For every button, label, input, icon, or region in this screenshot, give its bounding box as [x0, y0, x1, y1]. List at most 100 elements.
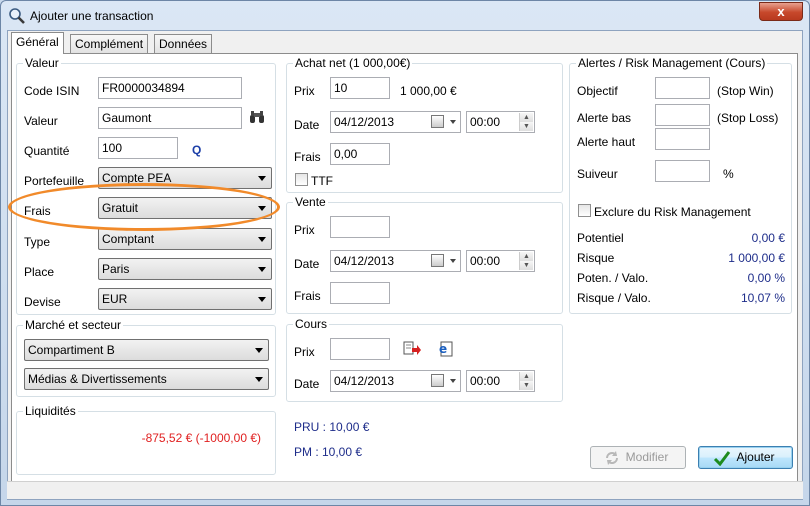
spin-down-icon[interactable]: ▼: [519, 381, 533, 390]
type-label: Type: [24, 235, 51, 249]
exclure-checkbox[interactable]: [578, 204, 591, 217]
objectif-input[interactable]: [655, 77, 710, 99]
ttf-checkbox[interactable]: [295, 173, 308, 186]
tab-panel-general: Valeur Code ISIN FR0000034894 Valeur Gau…: [11, 53, 798, 496]
place-select[interactable]: Paris: [98, 258, 272, 280]
achat-date-label: Date: [294, 118, 320, 132]
vente-prix-label: Prix: [294, 223, 315, 237]
vente-time-value: 00:00: [470, 254, 501, 268]
cours-prix-input[interactable]: [330, 338, 390, 360]
achat-prix-label: Prix: [294, 84, 315, 98]
marche-group-title: Marché et secteur: [23, 318, 124, 332]
frais-value: Gratuit: [102, 201, 139, 215]
achat-prix-total: 1 000,00 €: [400, 84, 457, 98]
vente-group: Vente Prix Date 04/12/2013 00:00 ▲ ▼ Fra…: [286, 195, 563, 314]
suiveur-input[interactable]: [655, 160, 710, 182]
binoculars-icon[interactable]: [249, 110, 265, 127]
place-label: Place: [24, 265, 55, 279]
liquidites-value: -875,52 € (-1000,00 €): [141, 431, 261, 445]
cours-time-input[interactable]: 00:00 ▲ ▼: [466, 370, 535, 392]
vente-date-picker[interactable]: 04/12/2013: [330, 250, 461, 272]
cours-date-picker[interactable]: 04/12/2013: [330, 370, 461, 392]
spin-up-icon[interactable]: ▲: [519, 113, 533, 122]
cours-date-label: Date: [294, 377, 320, 391]
web-page-icon[interactable]: e: [438, 341, 454, 360]
devise-label: Devise: [24, 295, 61, 309]
secteur-value: Médias & Divertissements: [28, 372, 167, 386]
achat-time-input[interactable]: 00:00 ▲ ▼: [466, 111, 535, 133]
secteur-select[interactable]: Médias & Divertissements: [24, 368, 269, 390]
stat-value: 10,07 %: [740, 291, 785, 305]
code-isin-label: Code ISIN: [24, 84, 80, 98]
quantity-q-icon[interactable]: Q: [192, 143, 201, 157]
status-bar: [7, 481, 803, 499]
liquidites-group-title: Liquidités: [23, 404, 78, 418]
stat-label: Risque / Valo.: [577, 291, 651, 305]
chevron-down-icon: [258, 297, 266, 302]
exclure-label: Exclure du Risk Management: [594, 205, 751, 219]
svg-text:e: e: [439, 342, 447, 356]
export-arrow-icon[interactable]: [403, 341, 421, 360]
pru-text: PRU : 10,00 €: [294, 420, 370, 434]
calendar-icon: [431, 254, 444, 267]
window-title: Ajouter une transaction: [30, 9, 154, 23]
quantite-label: Quantité: [24, 144, 70, 158]
vente-date-value: 04/12/2013: [334, 254, 395, 268]
alerte-haut-input[interactable]: [655, 128, 710, 150]
alerte-bas-label: Alerte bas: [577, 111, 632, 125]
transaction-window: Ajouter une transaction x Général Complé…: [0, 0, 810, 506]
checkmark-icon: [713, 450, 731, 473]
close-button[interactable]: x: [759, 2, 803, 21]
spin-down-icon[interactable]: ▼: [519, 261, 533, 270]
compartiment-select[interactable]: Compartiment B: [24, 339, 269, 361]
chevron-down-icon: [450, 259, 456, 263]
vente-group-title: Vente: [293, 195, 328, 209]
cours-group: Cours Prix e Date 04/12/2013 00:00 ▲ ▼: [286, 317, 563, 402]
achat-time-value: 00:00: [470, 115, 501, 129]
devise-value: EUR: [102, 292, 128, 306]
calendar-icon: [431, 115, 444, 128]
chevron-down-icon: [450, 120, 456, 124]
title-bar[interactable]: Ajouter une transaction x: [1, 1, 809, 31]
achat-date-picker[interactable]: 04/12/2013: [330, 111, 461, 133]
vente-time-input[interactable]: 00:00 ▲ ▼: [466, 250, 535, 272]
achat-prix-input[interactable]: 10: [330, 77, 390, 99]
valeur-input[interactable]: Gaumont: [98, 107, 242, 129]
portefeuille-label: Portefeuille: [24, 174, 85, 188]
chevron-down-icon: [258, 206, 266, 211]
stat-value: 0,00 %: [747, 271, 785, 285]
cours-group-title: Cours: [293, 317, 330, 331]
vente-frais-input[interactable]: [330, 282, 390, 304]
alerte-bas-input[interactable]: [655, 104, 710, 126]
quantite-input[interactable]: 100: [98, 137, 178, 159]
tab-general[interactable]: Général: [11, 32, 64, 54]
suiveur-label: Suiveur: [577, 167, 618, 181]
devise-select[interactable]: EUR: [98, 288, 272, 310]
chevron-down-icon: [258, 267, 266, 272]
ajouter-button[interactable]: Ajouter: [698, 446, 793, 469]
vente-frais-label: Frais: [294, 289, 321, 303]
place-value: Paris: [102, 262, 130, 276]
modifier-button[interactable]: Modifier: [590, 446, 686, 469]
code-isin-input[interactable]: FR0000034894: [98, 77, 242, 99]
spin-down-icon[interactable]: ▼: [519, 122, 533, 131]
refresh-icon: [604, 450, 620, 473]
alerte-bas-note: (Stop Loss): [717, 111, 779, 125]
valeur-group-title: Valeur: [23, 56, 61, 70]
alerte-haut-label: Alerte haut: [577, 135, 636, 149]
type-select[interactable]: Comptant: [98, 228, 272, 250]
vente-prix-input[interactable]: [330, 216, 390, 238]
spin-up-icon[interactable]: ▲: [519, 252, 533, 261]
valeur-group: Valeur Code ISIN FR0000034894 Valeur Gau…: [16, 56, 276, 315]
stat-label: Potentiel: [577, 231, 624, 245]
cours-date-value: 04/12/2013: [334, 374, 395, 388]
frais-select[interactable]: Gratuit: [98, 197, 272, 219]
tab-complement[interactable]: Complément: [70, 34, 149, 53]
achat-frais-input[interactable]: 0,00: [330, 143, 390, 165]
portefeuille-select[interactable]: Compte PEA: [98, 167, 272, 189]
valeur-label: Valeur: [24, 114, 58, 128]
tab-donnees[interactable]: Données: [154, 34, 213, 53]
stat-value: 0,00 €: [751, 231, 785, 245]
spin-up-icon[interactable]: ▲: [519, 372, 533, 381]
vente-date-label: Date: [294, 257, 320, 271]
